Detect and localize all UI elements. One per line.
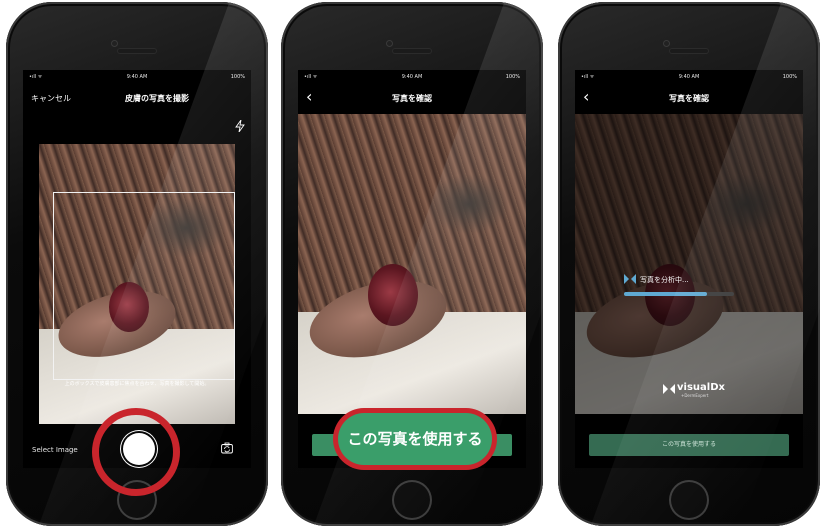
use-photo-callout-button[interactable]: この写真を使用する <box>338 413 492 465</box>
front-camera <box>663 40 670 47</box>
use-photo-button-disabled[interactable]: この写真を使用する <box>589 434 789 456</box>
speaker-grille <box>392 48 432 54</box>
use-photo-highlight: この写真を使用する <box>333 408 497 470</box>
navbar: ‹ 写真を確認 <box>298 84 526 114</box>
navbar: キャンセル 皮膚の写真を撮影 <box>23 84 251 114</box>
speaker-grille <box>669 48 709 54</box>
status-bar: •ıll ᯤ 9:40 AM 100% <box>575 70 803 84</box>
page-title: 皮膚の写真を撮影 <box>125 94 189 103</box>
visualdx-logo-icon <box>663 384 675 394</box>
analyzing-screen: •ıll ᯤ 9:40 AM 100% ‹ 写真を確認 写真を分析中... vi… <box>575 70 803 468</box>
captured-photo <box>298 114 526 414</box>
analyzing-text: 写真を分析中... <box>640 276 689 284</box>
select-image-link[interactable]: Select Image <box>32 446 78 454</box>
speaker-grille <box>117 48 157 54</box>
flash-icon[interactable] <box>235 120 245 132</box>
home-button[interactable] <box>392 480 432 520</box>
focus-box <box>53 192 235 380</box>
progress-fill <box>624 292 707 296</box>
battery-level: 100% <box>230 74 245 80</box>
battery-level: 100% <box>782 74 797 80</box>
status-time: 9:40 AM <box>678 74 700 80</box>
use-photo-label: この写真を使用する <box>661 441 716 448</box>
visualdx-logo: visualDx +DermExpert <box>663 382 733 402</box>
status-bar: •ıll ᯤ 9:40 AM 100% <box>23 70 251 84</box>
status-bar: •ıll ᯤ 9:40 AM 100% <box>298 70 526 84</box>
analysis-progress-bar <box>624 292 734 296</box>
camera-flip-icon[interactable] <box>221 442 233 454</box>
lesion <box>368 264 418 326</box>
phone-analyzing: •ıll ᯤ 9:40 AM 100% ‹ 写真を確認 写真を分析中... vi… <box>558 2 820 526</box>
page-title: 写真を確認 <box>392 94 432 103</box>
use-photo-callout-label: この写真を使用する <box>347 430 483 448</box>
captured-photo-dimmed <box>575 114 803 414</box>
logo-subtitle: +DermExpert <box>681 393 709 398</box>
visualdx-spinner-icon <box>624 274 636 284</box>
navbar: ‹ 写真を確認 <box>575 84 803 114</box>
status-time: 9:40 AM <box>126 74 148 80</box>
shutter-highlight-ring <box>92 408 180 496</box>
instruction-text: 上のボックスで皮膚患部に焦点を合わせ、写真を撮影して開始。 <box>64 381 210 387</box>
camera-viewfinder: 上のボックスで皮膚患部に焦点を合わせ、写真を撮影して開始。 <box>39 144 235 424</box>
status-time: 9:40 AM <box>401 74 423 80</box>
page-title: 写真を確認 <box>669 94 709 103</box>
battery-level: 100% <box>505 74 520 80</box>
front-camera <box>111 40 118 47</box>
front-camera <box>386 40 393 47</box>
home-button[interactable] <box>669 480 709 520</box>
logo-name: visualDx <box>677 382 725 393</box>
